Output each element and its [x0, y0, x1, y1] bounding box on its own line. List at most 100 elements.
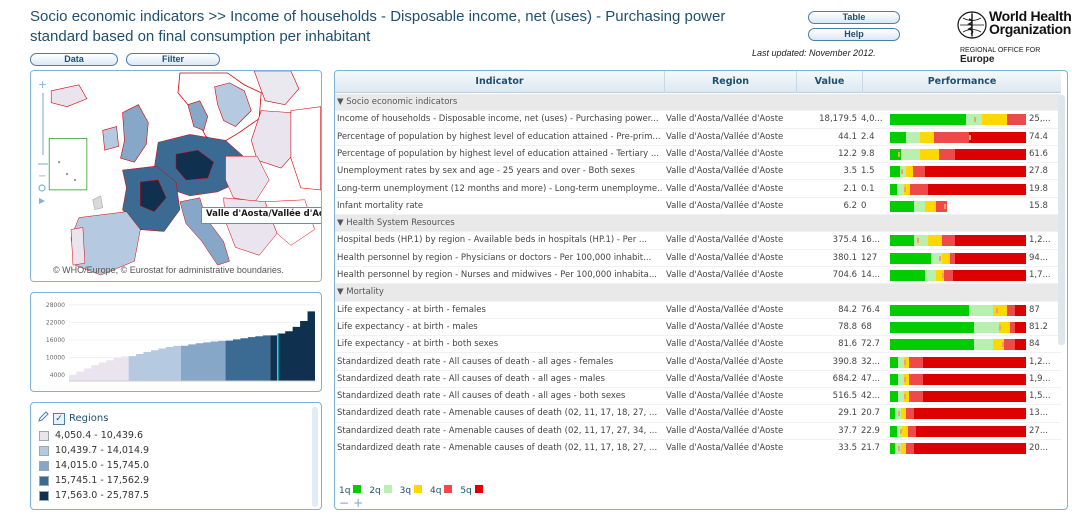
quintile-segment — [896, 183, 904, 195]
filter-button[interactable]: Filter — [126, 53, 220, 66]
who-emblem-icon — [956, 10, 988, 40]
quintile-segment — [906, 443, 915, 454]
header-indicator[interactable]: Indicator — [335, 71, 665, 93]
performance-bar — [890, 373, 1026, 385]
table-button[interactable]: Table — [808, 11, 900, 24]
table-row[interactable]: Income of households - Disposable income… — [335, 111, 1061, 129]
group-label[interactable]: ▼ Health System Resources — [337, 215, 1037, 232]
quintile-segment — [968, 131, 1026, 143]
distribution-chart[interactable]: 4000 10000 16000 22000 28000 — [31, 293, 321, 391]
quintile-segment — [890, 252, 931, 264]
indicator-cell: Standardized death rate - All causes of … — [337, 373, 605, 384]
table-row[interactable]: Life expectancy - at birth - both sexes V… — [335, 336, 1061, 354]
svg-text:−: − — [38, 171, 46, 182]
performance-bar — [890, 148, 1026, 160]
max-cell: 1,2... — [1029, 235, 1051, 246]
table-row[interactable]: Unemployment rates by sex and age - 25 y… — [335, 163, 1061, 181]
table-row[interactable]: Percentage of population by highest leve… — [335, 129, 1061, 146]
max-cell: 1,5... — [1029, 391, 1051, 402]
min-cell: 127 — [861, 252, 878, 263]
performance-bar — [890, 235, 1026, 247]
table-row[interactable]: Life expectancy - at birth - females Vall… — [335, 302, 1061, 319]
max-cell: 15.8 — [1029, 200, 1048, 211]
legend-item: 17,563.0 - 25,787.5 — [39, 490, 149, 501]
table-row[interactable]: Health personnel by region - Nurses and … — [335, 267, 1061, 285]
indicator-cell: Income of households - Disposable income… — [337, 114, 659, 125]
min-cell: 76.4 — [861, 304, 880, 315]
table-scrollbar[interactable] — [1058, 95, 1065, 345]
pencil-icon[interactable] — [37, 411, 49, 426]
data-button[interactable]: Data — [30, 53, 118, 66]
indicator-cell: Hospital beds (HP.1) by region - Availab… — [337, 235, 647, 246]
legend-item: 15,745.1 - 17,562.9 — [39, 475, 149, 486]
quintile-segment — [910, 183, 929, 195]
map-zoom-control[interactable]: + − — [36, 78, 50, 204]
quintile-segment — [1006, 114, 1026, 126]
min-cell: 47... — [861, 373, 880, 384]
table-row[interactable]: Percentage of population by highest leve… — [335, 146, 1061, 164]
quintile-segment — [890, 114, 967, 126]
min-cell: 32... — [861, 356, 880, 367]
legend-panel: ✓ Regions 4,050.4 - 10,439.6 10,439.7 - … — [30, 402, 322, 510]
group-label[interactable]: ▼ Mortality — [337, 284, 1037, 301]
quintile-segment — [914, 443, 1026, 454]
group-row[interactable]: ▼ Mortality — [335, 284, 1061, 302]
region-cell: Valle d'Aosta/Vallée d'Aoste — [666, 166, 784, 177]
quintile-segment — [944, 270, 953, 281]
max-cell: 1,9... — [1029, 373, 1051, 384]
region-cell: Valle d'Aosta/Vallée d'Aoste — [666, 148, 784, 159]
table-header: Indicator Region Value Performance — [335, 71, 1061, 93]
group-row[interactable]: ▼ Socio economic indicators — [335, 94, 1061, 112]
page-title: Socio economic indicators >> Income of h… — [30, 8, 726, 45]
expand-icon[interactable]: + — [353, 496, 367, 509]
table-row[interactable]: Infant mortality rate Valle d'Aosta/Vallé… — [335, 198, 1061, 216]
performance-bar — [890, 391, 1026, 403]
value-marker — [968, 134, 971, 140]
indicator-cell: Standardized death rate - All causes of … — [337, 356, 614, 367]
legend-item: 14,015.0 - 15,745.0 — [39, 460, 149, 471]
table-row[interactable]: Standardized death rate - Amenable cause… — [335, 440, 1061, 455]
indicator-cell: Life expectancy - at birth - males — [337, 321, 478, 332]
group-row[interactable]: ▼ Health System Resources — [335, 215, 1061, 233]
value-marker — [898, 446, 901, 451]
table-row[interactable]: Standardized death rate - All causes of … — [335, 371, 1061, 389]
max-cell: 27... — [1029, 425, 1048, 436]
table-row[interactable]: Long-term unemployment (12 months and mo… — [335, 181, 1061, 198]
zoom-controls[interactable]: −+ — [339, 496, 367, 509]
value-marker — [903, 359, 906, 365]
header-region[interactable]: Region — [665, 71, 797, 93]
help-button[interactable]: Help — [808, 28, 900, 41]
table-row[interactable]: Life expectancy - at birth - males Valle … — [335, 319, 1061, 337]
quintile-segment — [933, 131, 969, 143]
region-map[interactable] — [31, 71, 321, 281]
legend-swatch — [39, 475, 49, 486]
class-area-3 — [225, 335, 271, 381]
class-area — [225, 335, 271, 381]
quintile-swatch — [353, 485, 362, 493]
region-cell: Valle d'Aosta/Vallée d'Aoste — [666, 270, 784, 280]
quintile-item: 3q — [400, 485, 426, 496]
table-row[interactable]: Standardized death rate - Amenable cause… — [335, 423, 1061, 440]
regions-checkbox[interactable]: ✓ — [53, 412, 65, 425]
header-value[interactable]: Value — [797, 71, 863, 93]
group-label[interactable]: ▼ Socio economic indicators — [337, 94, 1037, 111]
legend-scrollbar[interactable] — [312, 407, 318, 507]
map-panel[interactable]: + − Valle d'Aosta/Vallée d'Aos © WHO/Eur… — [30, 70, 322, 282]
table-row[interactable]: Hospital beds (HP.1) by region - Availab… — [335, 232, 1061, 250]
header-performance[interactable]: Performance — [863, 71, 1061, 93]
table-row[interactable]: Standardized death rate - All causes of … — [335, 388, 1061, 406]
indicator-cell: Long-term unemployment (12 months and mo… — [337, 183, 663, 194]
indicator-cell: Standardized death rate - Amenable cause… — [337, 425, 658, 436]
collapse-icon[interactable]: − — [339, 496, 353, 509]
quintile-segment — [968, 304, 994, 316]
table-row[interactable]: Standardized death rate - Amenable cause… — [335, 405, 1061, 423]
quintile-swatch — [413, 485, 422, 493]
indicator-cell: Standardized death rate - Amenable cause… — [337, 443, 658, 453]
value-cell: 78.8 — [838, 321, 857, 332]
quintile-segment — [909, 356, 923, 368]
value-marker — [941, 273, 944, 278]
value-marker — [900, 169, 903, 175]
table-row[interactable]: Health personnel by region - Physicians … — [335, 250, 1061, 267]
table-row[interactable]: Standardized death rate - All causes of … — [335, 354, 1061, 371]
quintile-segment — [922, 391, 1026, 403]
